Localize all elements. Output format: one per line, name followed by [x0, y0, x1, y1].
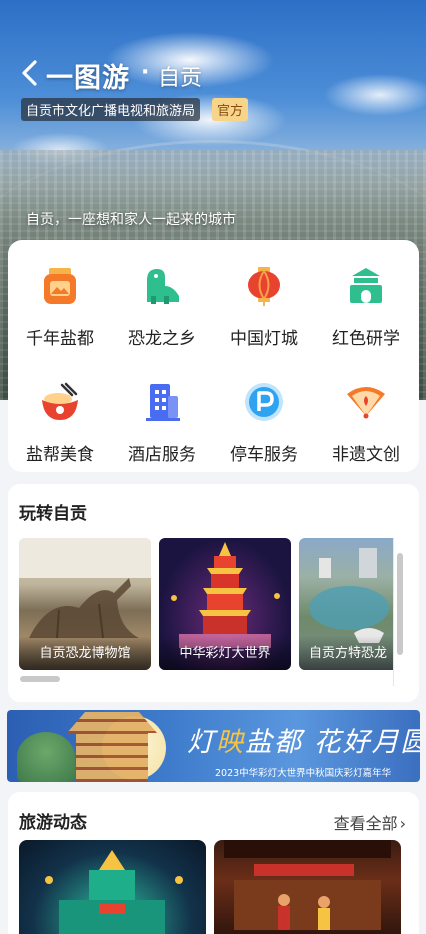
news-photo-stage — [224, 840, 391, 930]
chevron-left-icon — [22, 60, 37, 86]
category-dinosaur[interactable]: 恐龙之乡 — [111, 242, 213, 349]
attraction-caption: 中华彩灯大世界 — [179, 646, 271, 661]
category-salt-food[interactable]: 盐帮美食 — [9, 358, 111, 465]
attraction-card-dinosaur-museum[interactable]: 自贡恐龙博物馆 — [19, 538, 151, 670]
category-hotel[interactable]: 酒店服务 — [111, 358, 213, 465]
fan-icon — [347, 387, 385, 419]
banner-headline-part: 盐都 花好月圆 — [245, 727, 420, 758]
see-all-link[interactable]: 查看全部 › — [334, 810, 406, 834]
page-title: 一图游 — [46, 63, 130, 94]
category-label: 恐龙之乡 — [128, 329, 196, 349]
attraction-card-lantern-world[interactable]: 中华彩灯大世界 — [159, 538, 291, 670]
news-section-title: 旅游动态 — [19, 813, 87, 833]
vertical-scrollbar[interactable] — [397, 553, 403, 655]
category-label: 盐帮美食 — [26, 445, 94, 465]
see-all-label: 查看全部 — [333, 814, 398, 833]
category-red-study[interactable]: 红色研学 — [315, 242, 417, 349]
salt-jar-icon — [44, 268, 76, 304]
banner-pavilion-art — [67, 712, 157, 782]
official-badge: 官方 — [212, 98, 249, 121]
food-bowl-icon — [42, 382, 78, 420]
banner-headline-highlight: 映 — [216, 727, 245, 758]
banner-headline: 灯映盐都 花好月圆 — [187, 720, 420, 759]
category-label: 红色研学 — [332, 329, 400, 349]
attraction-caption: 自贡恐龙博物馆 — [39, 646, 131, 661]
lantern-icon — [248, 267, 280, 306]
title-separator: · — [141, 60, 150, 85]
lantern-festival-banner[interactable]: 灯映盐都 花好月圆 2023中华彩灯大世界中秋国庆彩灯嘉年华 — [7, 710, 420, 782]
city-name: 自贡 — [158, 66, 203, 91]
caption-overlay: 中华彩灯大世界 — [159, 636, 291, 670]
news-card-lantern-night[interactable] — [19, 840, 206, 934]
news-photo-lantern-gate — [45, 850, 183, 934]
hotel-building-icon — [146, 384, 180, 421]
play-section-title: 玩转自贡 — [19, 504, 87, 524]
dinosaur-icon — [147, 269, 179, 304]
category-label: 酒店服务 — [128, 445, 196, 465]
category-label: 停车服务 — [230, 445, 298, 465]
category-label: 非遗文创 — [332, 445, 400, 465]
horizontal-scrollbar[interactable] — [20, 676, 60, 682]
caption-overlay: 自贡恐龙博物馆 — [19, 636, 151, 670]
category-lantern-city[interactable]: 中国灯城 — [213, 242, 315, 349]
banner-tree-art — [17, 732, 75, 782]
category-heritage[interactable]: 非遗文创 — [315, 358, 417, 465]
category-parking[interactable]: 停车服务 — [213, 358, 315, 465]
category-salt-capital[interactable]: 千年盐都 — [9, 242, 111, 349]
organization-tag: 自贡市文化广播电视和旅游局 — [21, 98, 201, 121]
attraction-caption: 自贡方特恐龙 — [309, 646, 388, 661]
memorial-hall-icon — [350, 268, 382, 303]
attraction-card-fantawild[interactable]: 自贡方特恐龙 — [299, 538, 393, 670]
banner-subline: 2023中华彩灯大世界中秋国庆彩灯嘉年华 — [215, 768, 392, 779]
category-grid: 千年盐都 恐龙之乡 中国灯城 红色研学 盐帮美食 酒店服务 停车服务 非遗文创 — [8, 240, 419, 472]
category-label: 中国灯城 — [230, 329, 298, 349]
category-label: 千年盐都 — [26, 329, 94, 349]
caption-overlay: 自贡方特恐龙 — [299, 636, 393, 670]
banner-headline-part: 灯 — [187, 727, 216, 758]
hero-slogan: 自贡，一座想和家人一起来的城市 — [26, 212, 236, 228]
parking-icon — [245, 383, 283, 421]
chevron-right-icon: › — [399, 814, 406, 833]
back-button[interactable] — [18, 58, 42, 88]
news-card-stage-show[interactable] — [214, 840, 401, 934]
